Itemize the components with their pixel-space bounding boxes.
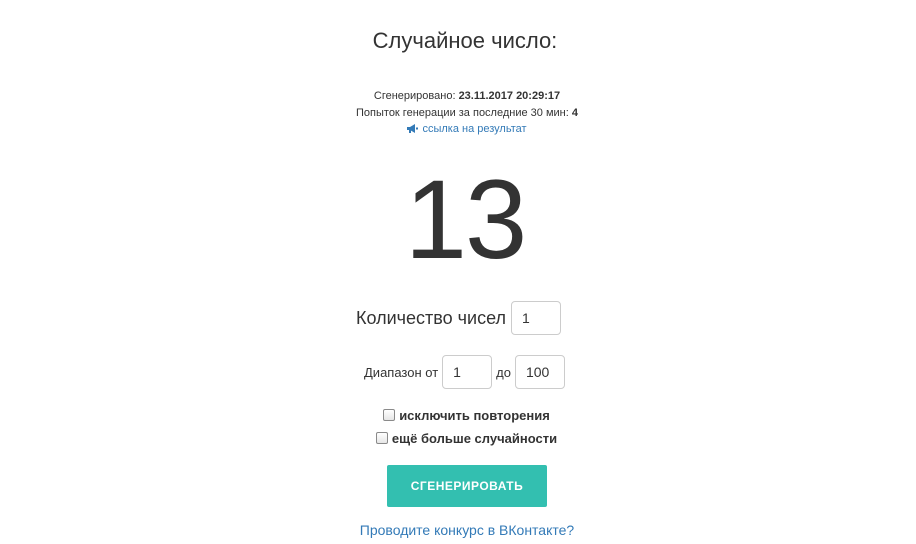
attempts-label: Попыток генерации за последние 30 мин: xyxy=(356,107,569,119)
exclude-repeats-label[interactable]: исключить повторения xyxy=(399,408,550,423)
generate-button[interactable]: СГЕНЕРИРОВАТЬ xyxy=(387,465,547,507)
more-random-label[interactable]: ещё больше случайности xyxy=(392,431,557,446)
range-to-label: до xyxy=(496,364,511,380)
count-row: Количество чисел xyxy=(356,301,562,335)
generated-value: 23.11.2017 20:29:17 xyxy=(458,90,561,102)
vk-contest-link[interactable]: Проводите конкурс в ВКонтакте? xyxy=(0,522,916,538)
exclude-repeats-row: исключить повторения xyxy=(0,408,916,423)
generated-label: Сгенерировано: xyxy=(373,90,456,102)
more-random-row: ещё больше случайности xyxy=(0,431,916,446)
attempts-row: Попыток генерации за последние 30 мин: 4 xyxy=(0,107,916,119)
result-link-label: ссылка на результат xyxy=(422,123,527,135)
attempts-value: 4 xyxy=(571,107,578,119)
range-row: Диапазон от до xyxy=(364,355,565,389)
generated-row: Сгенерировано: 23.11.2017 20:29:17 xyxy=(0,90,916,102)
more-random-checkbox[interactable] xyxy=(375,432,388,444)
range-from-label: Диапазон от xyxy=(364,364,439,380)
range-from-input[interactable] xyxy=(442,355,493,389)
count-input[interactable] xyxy=(511,301,562,335)
range-to-input[interactable] xyxy=(514,355,565,389)
page: Случайное число: Сгенерировано: 23.11.20… xyxy=(0,0,916,544)
result-number: 13 xyxy=(404,157,528,282)
page-title: Случайное число: xyxy=(372,28,558,53)
result-link-row: ссылка на результат xyxy=(0,123,916,135)
exclude-repeats-checkbox[interactable] xyxy=(383,409,396,421)
result-link[interactable]: ссылка на результат xyxy=(407,123,527,135)
megaphone-icon xyxy=(407,124,419,133)
count-label: Количество чисел xyxy=(356,307,507,328)
